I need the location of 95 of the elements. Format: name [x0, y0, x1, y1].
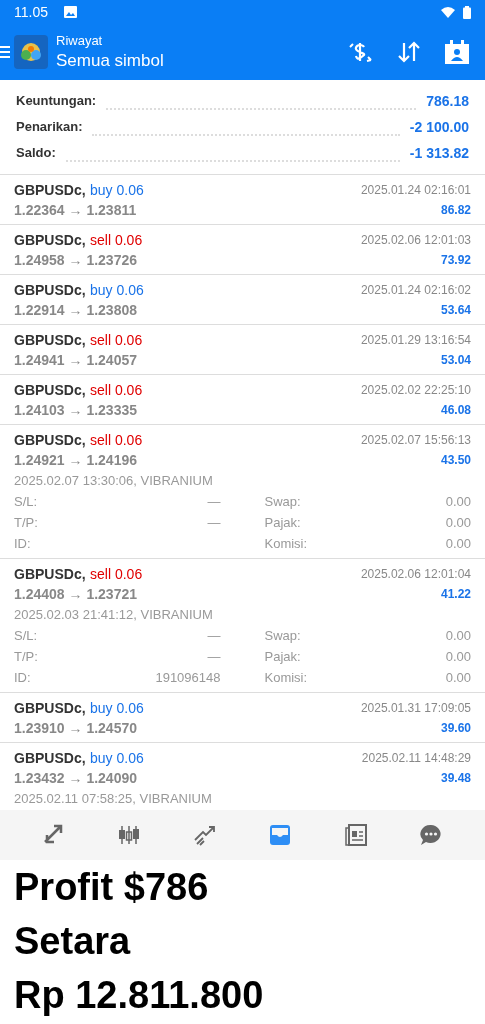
trade-prices: 1.24408 → 1.23721: [14, 585, 137, 604]
detail-label: ID:: [14, 669, 31, 687]
sort-icon[interactable]: [397, 41, 421, 63]
menu-icon[interactable]: [0, 45, 10, 59]
trade-time: 2025.01.29 13:16:54: [360, 332, 471, 349]
trade-prices: 1.22914 → 1.23808: [14, 301, 137, 320]
trade-profit: 53.04: [440, 352, 471, 369]
detail-value: 0.00: [445, 514, 471, 532]
detail-label: S/L:: [14, 493, 38, 511]
detail-value: 0.00: [445, 669, 471, 687]
open-time: 2025.02.07 13:30:06, VIBRANIUM: [14, 472, 214, 490]
detail-label: Pajak:: [264, 514, 301, 532]
image-icon: [64, 6, 77, 18]
trade-time: 2025.01.24 02:16:01: [360, 182, 471, 199]
trade-prices: 1.23432 → 1.24090: [14, 769, 137, 788]
screen-title: Semua simbol: [56, 49, 165, 71]
trade-profit: 86.82: [440, 202, 471, 219]
detail-label: T/P:: [14, 514, 38, 532]
detail-value: —: [207, 627, 221, 645]
detail-label: Swap:: [264, 493, 301, 511]
trade-symbol: GBPUSDc,: [14, 382, 86, 398]
detail-label: Swap:: [264, 627, 301, 645]
detail-value: —: [207, 648, 221, 666]
app-logo-icon: [14, 35, 48, 69]
trade-symbol: GBPUSDc,: [14, 282, 86, 298]
trade-prices: 1.23910 → 1.24570: [14, 719, 137, 738]
trade-profit: 39.60: [440, 720, 471, 737]
trade-prices: 1.24921 → 1.24196: [14, 451, 137, 470]
order-type: sell 0.06: [90, 432, 143, 448]
order-type: sell 0.06: [90, 566, 143, 582]
caption-line: Rp 12.811.800: [13, 973, 265, 1018]
trade-time: 2025.02.07 15:56:13: [360, 432, 471, 449]
summary-label: Penarikan:: [16, 118, 83, 137]
candlestick-icon[interactable]: [117, 823, 142, 847]
summary-label: Keuntungan:: [16, 92, 97, 111]
order-type: sell 0.06: [90, 232, 143, 248]
trade-profit: 53.64: [440, 302, 471, 319]
caption-line: Profit $786: [13, 865, 210, 910]
trade-profit: 73.92: [440, 252, 471, 269]
detail-label: S/L:: [14, 627, 38, 645]
order-type: sell 0.06: [90, 332, 143, 348]
trade-time: 2025.02.06 12:01:04: [360, 566, 471, 583]
inbox-icon[interactable]: [268, 823, 293, 847]
order-type: buy 0.06: [90, 750, 144, 766]
trade-prices: 1.24958 → 1.23726: [14, 251, 137, 270]
detail-label: ID:: [14, 535, 31, 553]
trade-prices: 1.22364 → 1.23811: [14, 201, 137, 220]
trade-time: 2025.02.11 14:48:29: [361, 750, 471, 767]
trade-time: 2025.01.24 02:16:02: [360, 282, 471, 299]
wifi-icon: [441, 6, 455, 18]
summary-value: -2 100.00: [409, 117, 469, 137]
trade-symbol: GBPUSDc,: [14, 232, 86, 248]
trade-profit: 43.50: [440, 452, 471, 469]
newspaper-icon[interactable]: [343, 823, 368, 847]
order-type: buy 0.06: [90, 282, 144, 298]
trade-symbol: GBPUSDc,: [14, 566, 86, 582]
calendar-person-icon[interactable]: [445, 40, 469, 64]
order-type: buy 0.06: [90, 700, 144, 716]
caption-line: Setara: [13, 919, 132, 964]
detail-label: Komisi:: [264, 669, 308, 687]
battery-icon: [463, 5, 471, 19]
detail-value: —: [207, 493, 221, 511]
screen-subtitle: Riwayat: [56, 33, 104, 50]
detail-value: —: [207, 514, 221, 532]
order-type: buy 0.06: [90, 182, 144, 198]
open-time: 2025.02.03 21:41:12, VIBRANIUM: [14, 606, 214, 624]
order-type: sell 0.06: [90, 382, 143, 398]
trade-prices: 1.24941 → 1.24057: [14, 351, 137, 370]
trade-profit: 41.22: [440, 586, 471, 603]
trade-symbol: GBPUSDc,: [14, 182, 86, 198]
summary-value: 786.18: [426, 91, 469, 111]
detail-value: 0.00: [445, 493, 471, 511]
detail-label: Komisi:: [264, 535, 308, 553]
trade-prices: 1.24103 → 1.23335: [14, 401, 137, 420]
detail-value: 0.00: [445, 648, 471, 666]
trend-arrow-icon[interactable]: [192, 823, 217, 847]
trade-time: 2025.01.31 17:09:05: [360, 700, 471, 717]
detail-value: 0.00: [445, 535, 471, 553]
chat-icon[interactable]: [419, 823, 444, 847]
detail-value: 191096148: [155, 669, 221, 687]
summary-value: -1 313.82: [409, 143, 469, 163]
summary-label: Saldo:: [16, 144, 56, 163]
trade-symbol: GBPUSDc,: [14, 432, 86, 448]
detail-label: Pajak:: [264, 648, 301, 666]
trade-time: 2025.02.02 22:25:10: [360, 382, 471, 399]
trade-profit: 39.48: [440, 770, 471, 787]
trade-symbol: GBPUSDc,: [14, 700, 86, 716]
trade-symbol: GBPUSDc,: [14, 750, 86, 766]
trade-symbol: GBPUSDc,: [14, 332, 86, 348]
open-time: 2025.02.11 07:58:25, VIBRANIUM: [14, 790, 213, 808]
detail-value: 0.00: [445, 627, 471, 645]
trade-time: 2025.02.06 12:01:03: [360, 232, 471, 249]
detail-label: T/P:: [14, 648, 38, 666]
trade-profit: 46.08: [440, 402, 471, 419]
status-time: 11.05: [14, 2, 48, 22]
